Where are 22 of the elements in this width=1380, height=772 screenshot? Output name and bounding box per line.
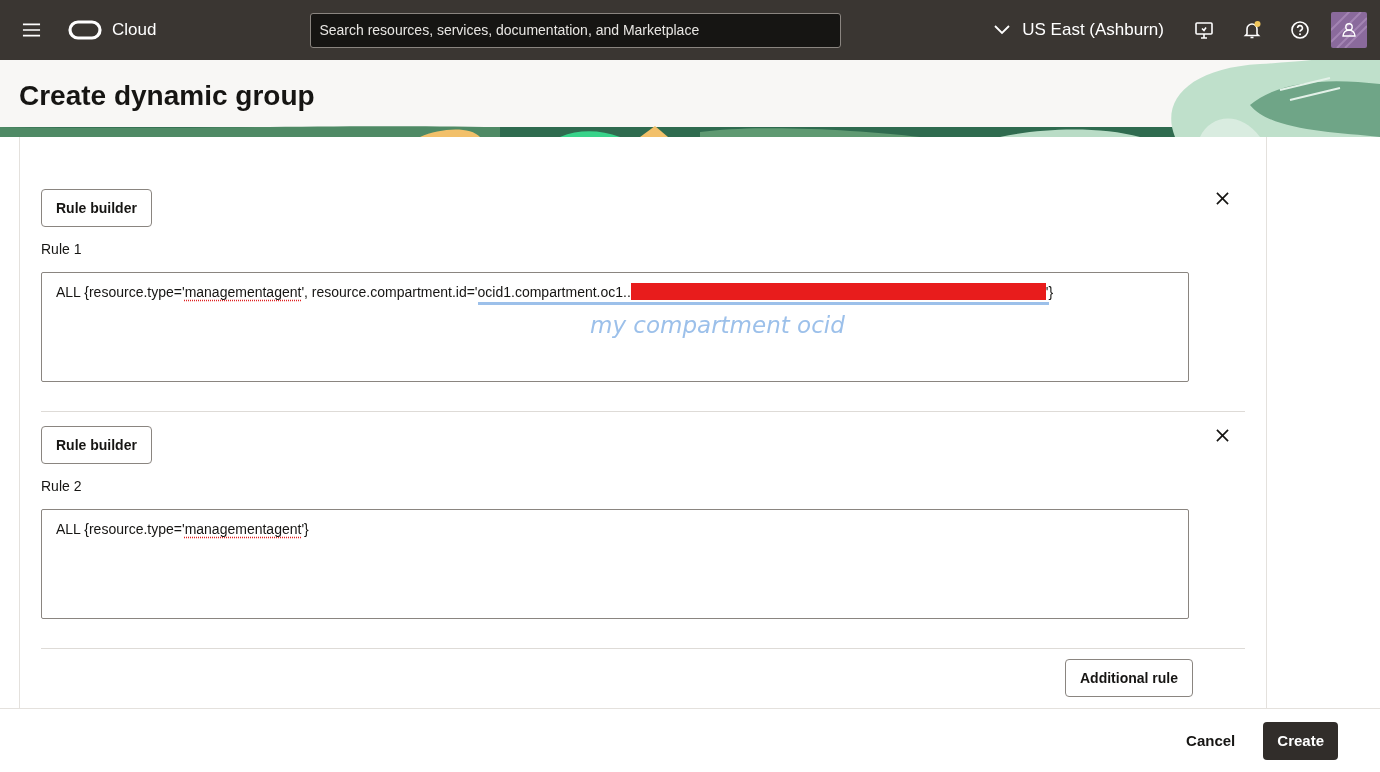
cancel-button[interactable]: Cancel (1186, 721, 1236, 760)
brand-name[interactable]: Cloud (112, 20, 157, 40)
logo-icon[interactable] (68, 20, 102, 40)
close-icon[interactable] (1216, 192, 1229, 205)
page-title: Create dynamic group (19, 79, 315, 112)
rule-field[interactable]: ALL {resource.type='managementagent', resource.compartment.id='ocid1.compartment.oc1.. '} my compartment ocid (41, 272, 1189, 382)
rule-label: Rule 1 (41, 241, 83, 257)
rule-field[interactable]: ALL {resource.type='managementagent'} (41, 509, 1189, 619)
rule-builder-button[interactable]: Rule builder (41, 189, 152, 227)
monitor-icon[interactable] (1194, 20, 1214, 40)
close-icon[interactable] (1216, 429, 1229, 442)
rule-builder-button[interactable]: Rule builder (41, 426, 152, 464)
menu-icon[interactable] (22, 23, 41, 37)
avatar-icon[interactable] (1331, 12, 1367, 48)
chevron-down-icon (994, 25, 1011, 35)
region-selector[interactable]: US East (Ashburn) (994, 20, 1164, 40)
help-icon[interactable] (1290, 20, 1310, 40)
bell-icon[interactable] (1242, 20, 1262, 40)
rule-label: Rule 2 (41, 478, 83, 494)
search-field[interactable]: Search resources, services, documentation, and Marketplace (310, 12, 842, 48)
create-button[interactable]: Create (1263, 721, 1338, 760)
additional-rule-button[interactable]: Additional rule (1065, 659, 1193, 697)
